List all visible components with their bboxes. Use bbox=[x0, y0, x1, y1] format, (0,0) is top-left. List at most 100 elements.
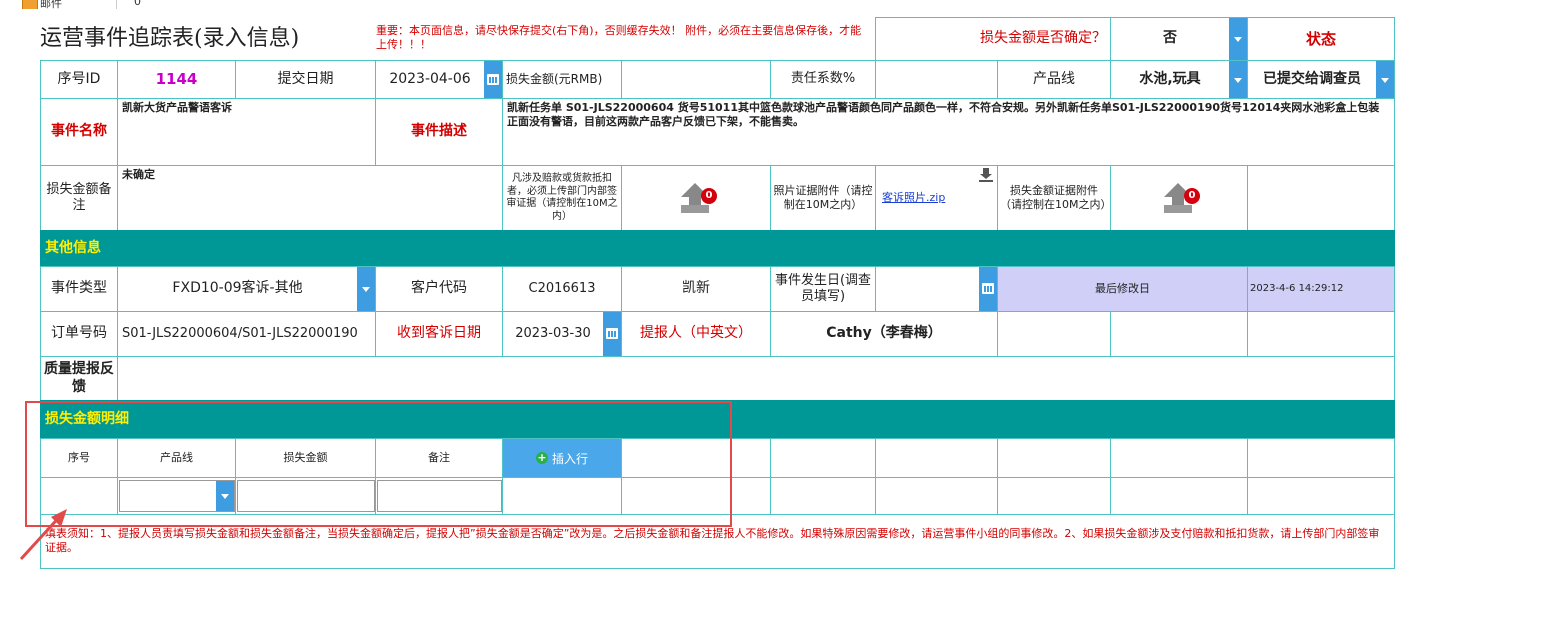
empty-cell bbox=[1247, 311, 1395, 357]
mail-label[interactable]: 邮件 bbox=[40, 0, 62, 9]
quality-label-cell: 质量提报反馈 bbox=[40, 356, 118, 401]
reporter-label: 提报人（中英文） bbox=[640, 325, 752, 342]
status-label: 状态 bbox=[1305, 29, 1336, 48]
event-name-input[interactable]: 凯新大货产品警语客诉 bbox=[117, 98, 376, 166]
order-input[interactable]: S01-JLS22000604/S01-JLS22000190 bbox=[117, 311, 376, 357]
loss-confirmed-label: 损失金额是否确定？ bbox=[980, 30, 1106, 47]
submit-date-label-cell: 提交日期 bbox=[235, 60, 376, 99]
last-modified-value-cell: 2023-4-6 14:29:12 bbox=[1247, 266, 1395, 312]
complaint-date-label: 收到客诉日期 bbox=[397, 325, 481, 342]
event-desc-label-cell: 事件描述 bbox=[375, 98, 503, 166]
upload-count-badge: 0 bbox=[1184, 188, 1200, 204]
loss-evidence-upload-cell[interactable]: 0 bbox=[1110, 165, 1248, 231]
calendar-icon[interactable] bbox=[979, 267, 997, 311]
upload-icon[interactable]: 0 bbox=[681, 183, 717, 215]
empty-cell bbox=[1110, 477, 1248, 515]
occur-date-label: 事件发生日(调查员填写) bbox=[774, 272, 872, 304]
product-line-label-cell: 产品线 bbox=[997, 60, 1111, 99]
status-label-cell: 状态 bbox=[1247, 17, 1395, 61]
order-value: S01-JLS22000604/S01-JLS22000190 bbox=[122, 325, 358, 341]
status-select[interactable]: 已提交给调查员 bbox=[1247, 60, 1395, 99]
chevron-down-icon[interactable] bbox=[1376, 61, 1394, 98]
empty-cell bbox=[997, 477, 1111, 515]
reporter-label-cell: 提报人（中英文） bbox=[621, 311, 771, 357]
page-title-cell: 运营事件追踪表(录入信息) bbox=[40, 17, 370, 60]
mail-icon[interactable] bbox=[22, 0, 38, 9]
other-info-title: 其他信息 bbox=[45, 239, 101, 256]
photo-label-cell: 照片证据附件（请控制在10M之内） bbox=[770, 165, 876, 231]
page-title: 运营事件追踪表(录入信息) bbox=[40, 25, 300, 51]
loss-note-label: 损失金额备注 bbox=[46, 181, 112, 213]
status-value: 已提交给调查员 bbox=[1263, 70, 1361, 87]
empty-cell bbox=[770, 477, 876, 515]
loss-amount-value bbox=[622, 61, 770, 98]
event-type-value: FXD10-09客诉-其他 bbox=[172, 280, 303, 297]
chevron-down-icon[interactable] bbox=[1229, 18, 1247, 60]
photo-file-cell: 客诉照片.zip bbox=[875, 165, 998, 231]
resp-input[interactable] bbox=[875, 60, 998, 99]
chevron-down-icon[interactable] bbox=[1229, 61, 1247, 98]
photo-label: 照片证据附件（请控制在10M之内） bbox=[773, 184, 873, 211]
upload-icon[interactable]: 0 bbox=[1164, 183, 1200, 215]
last-modified-value: 2023-4-6 14:29:12 bbox=[1250, 282, 1344, 294]
compensation-upload-cell[interactable]: 0 bbox=[621, 165, 771, 231]
calendar-icon[interactable] bbox=[484, 61, 502, 98]
top-toolbar: 邮件 0 bbox=[0, 0, 1558, 9]
customer-code-label: 客户代码 bbox=[411, 280, 467, 297]
last-modified-label: 最后修改日 bbox=[1095, 282, 1150, 296]
loss-confirmed-value: 否 bbox=[1163, 30, 1177, 47]
empty-cell bbox=[1247, 165, 1395, 231]
product-line-label: 产品线 bbox=[1033, 70, 1075, 87]
customer-name-cell: 凯新 bbox=[621, 266, 771, 312]
loss-confirmed-label-cell: 损失金额是否确定？ bbox=[875, 17, 1111, 61]
order-label: 订单号码 bbox=[51, 325, 107, 342]
event-desc-input[interactable]: 凯新任务单 S01-JLS22000604 货号51011其中篮色款球池产品警语… bbox=[502, 98, 1395, 166]
occur-date-field[interactable] bbox=[875, 266, 998, 312]
order-label-cell: 订单号码 bbox=[40, 311, 118, 357]
chevron-down-icon[interactable] bbox=[357, 267, 375, 311]
loss-evidence-label-cell: 损失金额证据附件（请控制在10M之内） bbox=[997, 165, 1112, 231]
empty-cell bbox=[875, 477, 998, 515]
event-type-label: 事件类型 bbox=[51, 280, 107, 297]
photo-file-link[interactable]: 客诉照片.zip bbox=[882, 191, 945, 205]
loss-amount-label: 损失金额(元RMB) bbox=[506, 72, 603, 86]
warning-cell: 重要：本页面信息，请尽快保存提交(右下角)，否则缓存失效！ 附件，必须在主要信息… bbox=[374, 22, 872, 60]
loss-amount-input[interactable] bbox=[621, 60, 771, 99]
calendar-icon[interactable] bbox=[603, 312, 621, 356]
event-name-value: 凯新大货产品警语客诉 bbox=[122, 101, 232, 114]
quality-input[interactable] bbox=[117, 356, 1395, 401]
seq-value-cell: 1144 bbox=[117, 60, 236, 99]
resp-label-cell: 责任系数% bbox=[770, 60, 876, 99]
empty-cell bbox=[1247, 477, 1395, 515]
occur-date-label-cell: 事件发生日(调查员填写) bbox=[770, 266, 876, 312]
reporter-value: Cathy（李春梅） bbox=[826, 325, 942, 342]
empty-cell bbox=[997, 311, 1111, 357]
annotation-arrow-icon bbox=[19, 509, 67, 561]
empty-cell bbox=[1247, 438, 1395, 478]
empty-cell bbox=[1110, 311, 1248, 357]
loss-note-input[interactable]: 未确定 bbox=[117, 165, 503, 231]
product-line-select[interactable]: 水池,玩具 bbox=[1110, 60, 1248, 99]
empty-cell bbox=[875, 438, 998, 478]
complaint-date-label-cell: 收到客诉日期 bbox=[375, 311, 503, 357]
event-type-select[interactable]: FXD10-09客诉-其他 bbox=[117, 266, 376, 312]
empty-cell bbox=[770, 438, 876, 478]
loss-note-value: 未确定 bbox=[122, 168, 155, 181]
submit-date-label: 提交日期 bbox=[277, 70, 334, 87]
empty-cell bbox=[997, 438, 1111, 478]
seq-label-cell: 序号ID bbox=[40, 60, 118, 99]
last-modified-label-cell: 最后修改日 bbox=[997, 266, 1248, 312]
submit-date-field[interactable]: 2023-04-06 bbox=[375, 60, 503, 99]
toolbar-count: 0 bbox=[134, 0, 141, 8]
loss-confirmed-select[interactable]: 否 bbox=[1110, 17, 1248, 61]
compensation-note-cell: 凡涉及赔款或货款抵扣者，必须上传部门内部签审证据（请控制在10M之内） bbox=[502, 165, 622, 231]
event-desc-label: 事件描述 bbox=[411, 123, 467, 140]
reporter-value-cell: Cathy（李春梅） bbox=[770, 311, 998, 357]
complaint-date-field[interactable]: 2023-03-30 bbox=[502, 311, 622, 357]
quality-value bbox=[118, 357, 1394, 400]
customer-name: 凯新 bbox=[682, 280, 710, 297]
loss-evidence-label: 损失金额证据附件（请控制在10M之内） bbox=[1000, 184, 1112, 211]
product-line-value: 水池,玩具 bbox=[1139, 70, 1201, 87]
compensation-note: 凡涉及赔款或货款抵扣者，必须上传部门内部签审证据（请控制在10M之内） bbox=[506, 173, 618, 222]
toolbar-divider bbox=[116, 0, 117, 9]
